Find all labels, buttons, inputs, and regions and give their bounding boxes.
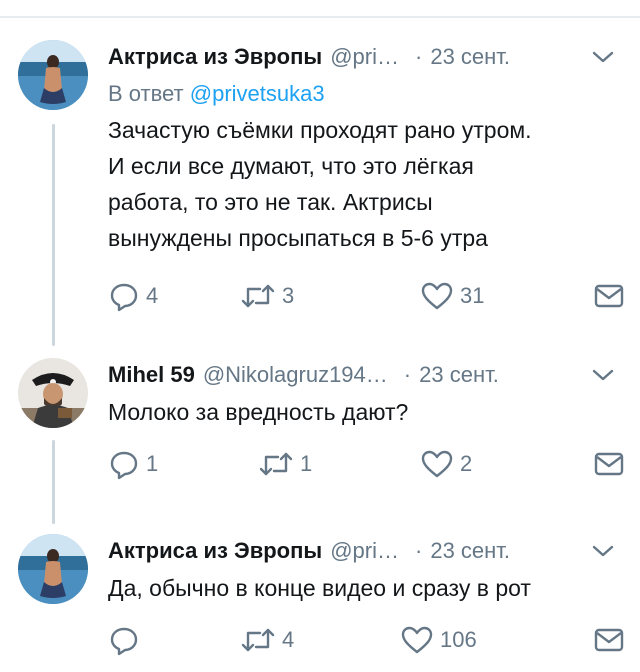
- retweet-icon: [241, 628, 275, 652]
- like-count: 2: [460, 451, 473, 476]
- envelope-icon: [594, 452, 624, 476]
- reply-count: 4: [146, 283, 159, 308]
- retweet-count: 1: [300, 451, 313, 476]
- reply-count: 1: [146, 451, 159, 476]
- reply-button[interactable]: [108, 620, 146, 660]
- author-handle[interactable]: @Nikolagruz194…: [203, 362, 388, 388]
- author-name[interactable]: Актриса из Эвропы: [108, 538, 322, 564]
- reply-icon: [110, 283, 138, 312]
- retweet-count: 4: [282, 627, 295, 652]
- envelope-icon: [594, 628, 624, 652]
- thread-line: [52, 124, 55, 346]
- separator-dot: ·: [415, 44, 423, 69]
- reply-prefix: В ответ: [108, 81, 184, 106]
- author-name[interactable]: Актриса из Эвропы: [108, 44, 322, 70]
- envelope-icon: [594, 284, 624, 308]
- like-button[interactable]: 2: [420, 444, 472, 484]
- direct-message-button[interactable]: [594, 444, 624, 484]
- author-name[interactable]: Mihel 59: [108, 362, 195, 388]
- retweet-icon: [259, 452, 293, 476]
- reply-mention-link[interactable]: @privetsuka3: [190, 81, 325, 106]
- chevron-down-icon[interactable]: [590, 46, 616, 68]
- retweet-button[interactable]: 1: [258, 444, 312, 484]
- tweet-text: Да, обычно в конце видео и сразу в рот: [108, 575, 531, 601]
- timestamp[interactable]: 23 сент.: [430, 538, 510, 564]
- timestamp[interactable]: 23 сент.: [419, 362, 499, 388]
- tweet-text: Молоко за вредность дают?: [108, 399, 409, 425]
- tweet-text: Зачастую съёмки проходят рано утром. И е…: [108, 117, 532, 251]
- heart-icon: [401, 626, 433, 654]
- top-divider: [0, 16, 640, 18]
- tweet-actions: 4 106: [108, 620, 624, 660]
- avatar[interactable]: [18, 358, 88, 428]
- direct-message-button[interactable]: [594, 620, 624, 660]
- reply-icon: [110, 627, 138, 656]
- heart-icon: [421, 282, 453, 310]
- avatar[interactable]: [18, 534, 88, 604]
- avatar[interactable]: [18, 40, 88, 110]
- chevron-down-icon[interactable]: [590, 364, 616, 386]
- like-button[interactable]: 31: [420, 276, 484, 316]
- separator-dot: ·: [415, 538, 423, 563]
- thread-line: [52, 440, 55, 524]
- like-count: 106: [440, 627, 477, 652]
- author-handle[interactable]: @pri…: [330, 44, 399, 70]
- reply-button[interactable]: 4: [108, 276, 158, 316]
- reply-context: В ответ @privetsuka3: [108, 78, 620, 110]
- retweet-icon: [241, 284, 275, 308]
- separator-dot: ·: [403, 362, 412, 387]
- direct-message-button[interactable]: [594, 276, 624, 316]
- chevron-down-icon[interactable]: [590, 540, 616, 562]
- tweet-actions: 4 3 31: [108, 276, 624, 316]
- retweet-button[interactable]: 4: [240, 620, 294, 660]
- timestamp[interactable]: 23 сент.: [430, 44, 510, 70]
- heart-icon: [421, 450, 453, 478]
- retweet-button[interactable]: 3: [240, 276, 294, 316]
- reply-button[interactable]: 1: [108, 444, 158, 484]
- reply-icon: [110, 451, 138, 480]
- like-count: 31: [460, 283, 485, 308]
- author-handle[interactable]: @pri…: [330, 538, 399, 564]
- tweet-actions: 1 1 2: [108, 444, 624, 484]
- retweet-count: 3: [282, 283, 295, 308]
- like-button[interactable]: 106: [400, 620, 477, 660]
